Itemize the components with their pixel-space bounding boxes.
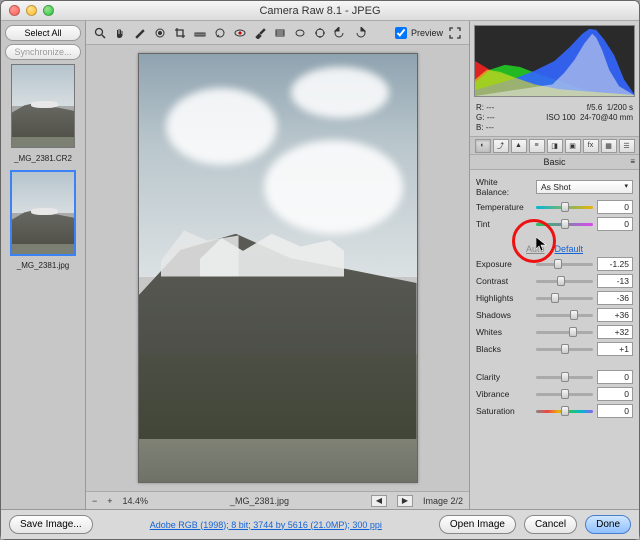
titlebar: Camera Raw 8.1 - JPEG <box>1 1 639 21</box>
clarity-slider[interactable] <box>536 372 593 382</box>
preview-label: Preview <box>411 28 443 38</box>
zoom-minus-icon[interactable]: − <box>92 496 97 506</box>
white-balance-row: White Balance: As Shot <box>476 177 633 197</box>
tab-detail-icon[interactable]: ▲ <box>511 139 527 153</box>
select-all-button[interactable]: Select All <box>5 25 81 41</box>
auto-link[interactable]: Auto <box>526 244 545 254</box>
cancel-button[interactable]: Cancel <box>524 515 577 534</box>
auto-default-row: Auto Default <box>476 244 633 254</box>
exif-readout: R: --- G: --- B: --- f/5.6 1/200 s ISO 1… <box>470 101 639 137</box>
basic-controls: White Balance: As Shot Temperature 0 Tin… <box>470 170 639 509</box>
saturation-value[interactable]: 0 <box>597 404 633 418</box>
contrast-slider[interactable] <box>536 276 593 286</box>
toolbar: Preview <box>86 21 469 45</box>
redeye-tool-icon[interactable] <box>232 25 248 41</box>
thumbnail-2-label: _MG_2381.jpg <box>17 261 69 270</box>
window-title: Camera Raw 8.1 - JPEG <box>1 5 639 17</box>
zoom-plus-icon[interactable]: + <box>107 496 112 506</box>
whites-slider[interactable] <box>536 327 593 337</box>
hand-tool-icon[interactable] <box>112 25 128 41</box>
zoom-level[interactable]: 14.4% <box>123 496 149 506</box>
exposure-value[interactable]: -1.25 <box>597 257 633 271</box>
preview-viewport[interactable] <box>86 45 469 491</box>
white-balance-tool-icon[interactable] <box>132 25 148 41</box>
prev-image-icon[interactable]: ◀ <box>371 495 387 507</box>
preview-image <box>138 53 418 483</box>
workflow-link[interactable]: Adobe RGB (1998); 8 bit; 3744 by 5616 (2… <box>101 520 431 530</box>
highlights-slider[interactable] <box>536 293 593 303</box>
right-panel: R: --- G: --- B: --- f/5.6 1/200 s ISO 1… <box>469 21 639 509</box>
synchronize-button[interactable]: Synchronize... <box>5 44 81 60</box>
tab-fx-icon[interactable]: fx <box>583 139 599 153</box>
vibrance-slider[interactable] <box>536 389 593 399</box>
adjustment-brush-icon[interactable] <box>252 25 268 41</box>
tab-camera-icon[interactable]: ▦ <box>601 139 617 153</box>
rotate-right-icon[interactable] <box>352 25 368 41</box>
tab-hsl-icon[interactable]: ≡ <box>529 139 545 153</box>
panel-menu-icon[interactable]: ≡ <box>630 157 635 166</box>
shadows-slider[interactable] <box>536 310 593 320</box>
tab-curve-icon[interactable]: ⤴ <box>493 139 509 153</box>
temperature-row: Temperature 0 <box>476 200 633 214</box>
tab-basic-icon[interactable]: ◐ <box>475 139 491 153</box>
save-image-button[interactable]: Save Image... <box>9 515 93 534</box>
next-image-icon[interactable]: ▶ <box>397 495 413 507</box>
spot-removal-tool-icon[interactable] <box>212 25 228 41</box>
blacks-value[interactable]: +1 <box>597 342 633 356</box>
tab-lens-icon[interactable]: ▣ <box>565 139 581 153</box>
targeted-adjustment-icon[interactable] <box>312 25 328 41</box>
radial-filter-icon[interactable] <box>292 25 308 41</box>
open-image-button[interactable]: Open Image <box>439 515 516 534</box>
rotate-left-icon[interactable] <box>332 25 348 41</box>
window-body: Select All Synchronize... _MG_2381.CR2 _… <box>1 21 639 509</box>
highlights-value[interactable]: -36 <box>597 291 633 305</box>
clarity-value[interactable]: 0 <box>597 370 633 384</box>
thumbnail-1[interactable] <box>11 64 75 148</box>
panel-title: Basic≡ <box>470 155 639 170</box>
preview-checkbox[interactable] <box>395 27 407 39</box>
blacks-slider[interactable] <box>536 344 593 354</box>
panel-tabs: ◐ ⤴ ▲ ≡ ◨ ▣ fx ▦ ☰ <box>470 137 639 155</box>
footer: Save Image... Adobe RGB (1998); 8 bit; 3… <box>1 509 639 539</box>
tint-value[interactable]: 0 <box>597 217 633 231</box>
contrast-value[interactable]: -13 <box>597 274 633 288</box>
whites-value[interactable]: +32 <box>597 325 633 339</box>
thumbnail-1-label: _MG_2381.CR2 <box>14 154 72 163</box>
status-filename: _MG_2381.jpg <box>158 496 361 506</box>
temperature-slider[interactable] <box>536 202 593 212</box>
thumbnail-2[interactable] <box>11 171 75 255</box>
histogram[interactable] <box>474 25 635 97</box>
camera-raw-window: Camera Raw 8.1 - JPEG Select All Synchro… <box>0 0 640 540</box>
fullscreen-icon[interactable] <box>447 25 463 41</box>
vibrance-value[interactable]: 0 <box>597 387 633 401</box>
image-counter: Image 2/2 <box>423 496 463 506</box>
white-balance-select[interactable]: As Shot <box>536 180 633 194</box>
tint-row: Tint 0 <box>476 217 633 231</box>
exposure-slider[interactable] <box>536 259 593 269</box>
filmstrip: Select All Synchronize... _MG_2381.CR2 _… <box>1 21 86 509</box>
zoom-tool-icon[interactable] <box>92 25 108 41</box>
shadows-value[interactable]: +36 <box>597 308 633 322</box>
preview-area: Preview − + 14.4% <box>86 21 469 509</box>
tab-split-icon[interactable]: ◨ <box>547 139 563 153</box>
default-link[interactable]: Default <box>554 244 583 254</box>
color-sampler-tool-icon[interactable] <box>152 25 168 41</box>
saturation-slider[interactable] <box>536 406 593 416</box>
graduated-filter-icon[interactable] <box>272 25 288 41</box>
done-button[interactable]: Done <box>585 515 631 534</box>
temperature-value[interactable]: 0 <box>597 200 633 214</box>
tint-slider[interactable] <box>536 219 593 229</box>
straighten-tool-icon[interactable] <box>192 25 208 41</box>
crop-tool-icon[interactable] <box>172 25 188 41</box>
preview-statusbar: − + 14.4% _MG_2381.jpg ◀ ▶ Image 2/2 <box>86 491 469 509</box>
tab-presets-icon[interactable]: ☰ <box>619 139 635 153</box>
